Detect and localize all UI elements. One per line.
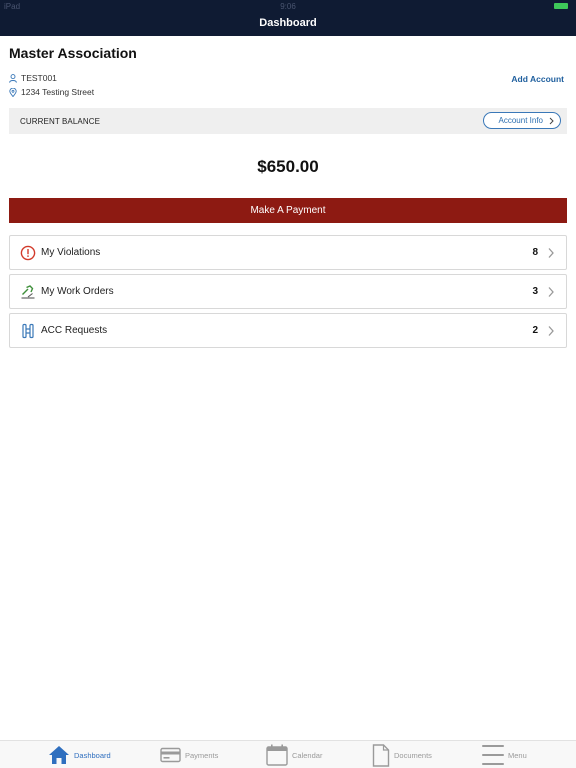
- address-row: 1234 Testing Street: [9, 87, 94, 97]
- alert-circle-icon: [20, 245, 36, 261]
- tab-payments[interactable]: Payments: [160, 741, 218, 768]
- current-balance-label: CURRENT BALANCE: [20, 117, 101, 126]
- tab-calendar-label: Calendar: [292, 750, 323, 760]
- tab-dashboard-label: Dashboard: [74, 750, 111, 760]
- battery-icon: [554, 3, 568, 9]
- association-name: Master Association: [9, 45, 137, 61]
- balance-amount: $650.00: [257, 157, 319, 176]
- menu-icon: [482, 745, 504, 765]
- work-orders-item[interactable]: My Work Orders 3: [9, 274, 567, 309]
- acc-request-icon: [22, 323, 34, 339]
- calendar-icon: [266, 744, 288, 766]
- violations-count: 8: [532, 247, 538, 258]
- tab-menu-label: Menu: [508, 750, 527, 760]
- chevron-right-icon: [548, 287, 554, 297]
- tab-payments-label: Payments: [185, 750, 219, 760]
- violations-label: My Violations: [41, 247, 101, 258]
- acc-requests-label: ACC Requests: [41, 325, 108, 336]
- account-info-label: Account Info: [498, 116, 543, 125]
- account-info-button[interactable]: Account Info: [483, 112, 561, 129]
- page-title: Dashboard: [259, 17, 317, 29]
- tab-documents-label: Documents: [394, 750, 432, 760]
- chevron-right-icon: [549, 117, 554, 124]
- chevron-right-icon: [548, 326, 554, 336]
- acc-requests-item[interactable]: ACC Requests 2: [9, 313, 567, 348]
- work-orders-label: My Work Orders: [41, 286, 114, 297]
- home-icon: [49, 746, 69, 764]
- address: 1234 Testing Street: [21, 87, 95, 97]
- chevron-right-icon: [548, 248, 554, 258]
- location-pin-icon: [9, 87, 17, 97]
- tab-dashboard[interactable]: Dashboard: [48, 741, 111, 768]
- tab-calendar[interactable]: Calendar: [266, 741, 322, 768]
- status-time: 9:06: [280, 2, 296, 11]
- credit-card-icon: [160, 747, 181, 763]
- tab-documents[interactable]: Documents: [372, 741, 432, 768]
- tab-menu[interactable]: Menu: [482, 741, 527, 768]
- document-icon: [372, 743, 390, 767]
- user-icon: [9, 73, 17, 83]
- acc-requests-count: 2: [532, 325, 538, 336]
- add-account-link[interactable]: Add Account: [511, 74, 564, 84]
- work-orders-count: 3: [532, 286, 538, 297]
- account-id-row: TEST001: [9, 73, 57, 83]
- navigation-bar: iPad 9:06 Dashboard: [0, 0, 576, 36]
- violations-item[interactable]: My Violations 8: [9, 235, 567, 270]
- tab-bar: Dashboard Payments Calendar Documents Me…: [0, 740, 576, 768]
- balance-bar: CURRENT BALANCE Account Info: [9, 108, 567, 134]
- hammer-icon: [21, 285, 35, 299]
- account-id: TEST001: [21, 73, 57, 83]
- make-payment-button[interactable]: Make A Payment: [9, 198, 567, 223]
